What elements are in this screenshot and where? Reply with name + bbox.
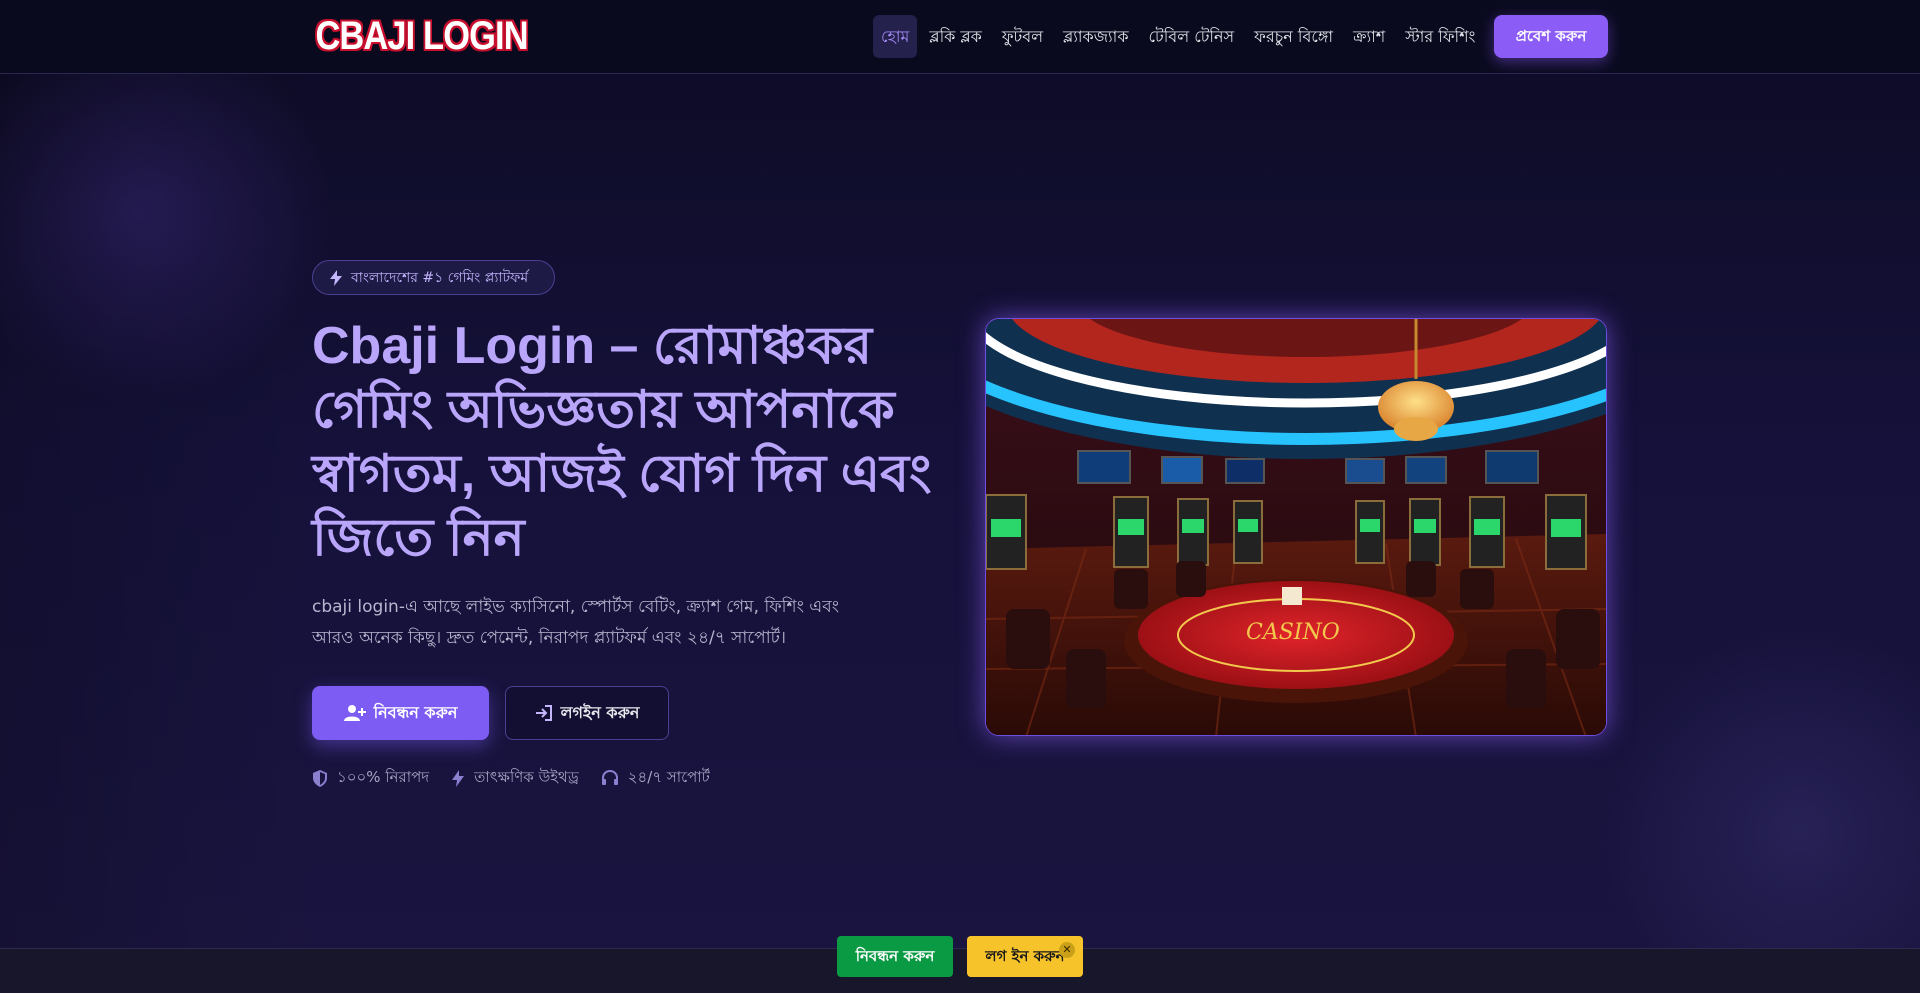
shield-icon: [313, 770, 327, 787]
nav-item-football[interactable]: ফুটবল: [994, 15, 1051, 58]
enter-button[interactable]: প্রবেশ করুন: [1494, 15, 1608, 58]
svg-text:CASINO: CASINO: [1246, 620, 1340, 645]
feature-support: ২৪/৭ সাপোর্ট: [601, 766, 710, 791]
register-button[interactable]: নিবন্ধন করুন: [312, 686, 489, 740]
bottom-register-button[interactable]: নিবন্ধন করুন: [837, 936, 953, 977]
nav-item-blackjack[interactable]: ব্ল্যাকজ্যাক: [1055, 15, 1136, 58]
casino-hero-image: CASINO: [985, 318, 1607, 736]
main-nav: হোম ব্লকি ব্লক ফুটবল ব্ল্যাকজ্যাক টেবিল …: [873, 15, 1487, 58]
feature-secure-label: ১০০% নিরাপদ: [337, 768, 430, 786]
hero-badge: বাংলাদেশের #১ গেমিং প্ল্যাটফর্ম: [312, 260, 555, 295]
nav-item-fortune-bingo[interactable]: ফরচুন বিঙ্গো: [1246, 15, 1341, 58]
nav-item-home[interactable]: হোম: [873, 15, 918, 58]
login-button[interactable]: লগইন করুন: [505, 686, 669, 740]
register-button-label: নিবন্ধন করুন: [373, 702, 458, 722]
close-icon[interactable]: ✕: [1059, 942, 1075, 958]
bolt-icon: [330, 269, 342, 286]
headset-icon: [601, 770, 618, 785]
feature-withdraw-label: তাৎক্ষণিক উইথড্র: [474, 768, 579, 786]
nav-item-table-tennis[interactable]: টেবিল টেনিস: [1141, 15, 1243, 58]
hero-badge-text: বাংলাদেশের #১ গেমিং প্ল্যাটফর্ম: [351, 269, 529, 286]
hero-title: Cbaji Login – রোমাঞ্চকর গেমিং অভিজ্ঞতায়…: [312, 317, 932, 567]
hero-features: ১০০% নিরাপদ তাৎক্ষণিক উইথড্র ২৪/৭ সাপোর্…: [312, 766, 732, 791]
feature-secure: ১০০% নিরাপদ: [312, 766, 429, 791]
nav-item-blocky-block[interactable]: ব্লকি ব্লক: [921, 15, 989, 58]
feature-support-label: ২৪/৭ সাপোর্ট: [627, 768, 710, 786]
sign-in-icon: [535, 705, 552, 721]
site-logo[interactable]: CBAJI LOGIN: [312, 13, 531, 59]
bottom-action-bar: [0, 948, 1920, 993]
feature-instant-withdraw: তাৎক্ষণিক উইথড্র: [451, 766, 579, 791]
login-button-label: লগইন করুন: [560, 702, 640, 722]
site-header: CBAJI LOGIN হোম ব্লকি ব্লক ফুটবল ব্ল্যাক…: [0, 0, 1920, 74]
background-shade: [0, 74, 320, 993]
nav-item-crash[interactable]: ক্র্যাশ: [1345, 15, 1393, 58]
hero-description: cbaji login-এ আছে লাইভ ক্যাসিনো, স্পোর্ট…: [312, 597, 840, 648]
nav-item-star-fishing[interactable]: স্টার ফিশিং: [1397, 15, 1483, 58]
user-plus-icon: [343, 705, 366, 721]
bolt-icon: [452, 770, 465, 787]
